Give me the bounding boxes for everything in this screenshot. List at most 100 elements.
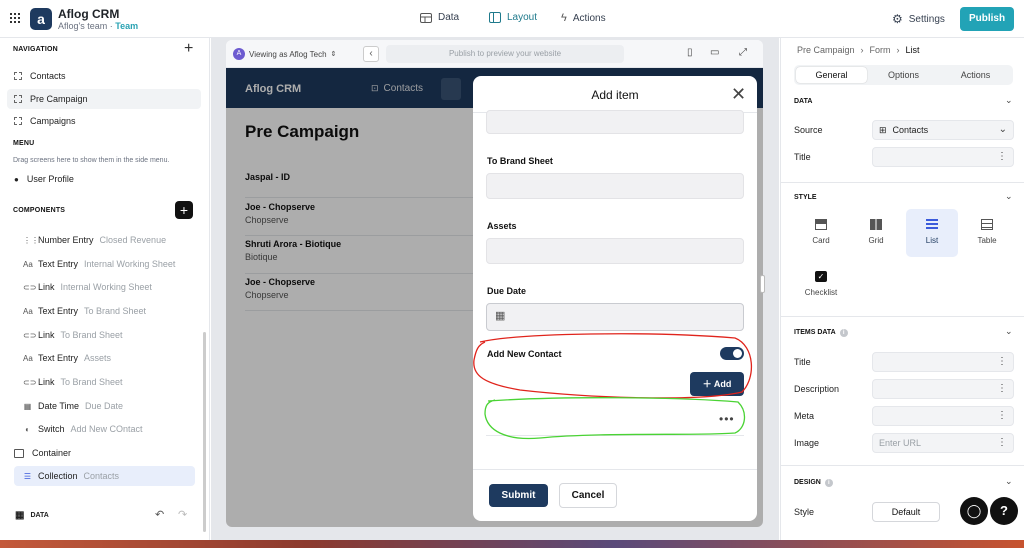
switch-label: Add New Contact: [487, 349, 562, 359]
style-option-label: Checklist: [804, 288, 838, 297]
style-option-table[interactable]: Table: [961, 209, 1013, 257]
style-option-label: List: [925, 236, 939, 245]
nav-item-pre-campaign[interactable]: Pre Campaign: [7, 89, 201, 109]
items-data-label: ITEMS DATA: [794, 329, 836, 336]
kebab-icon[interactable]: ⋮: [997, 383, 1007, 394]
screen-icon: [14, 117, 22, 125]
cancel-button[interactable]: Cancel: [559, 483, 617, 508]
component-item[interactable]: Aa Text Entry Internal Working Sheet: [23, 259, 175, 269]
component-type: Link: [38, 282, 55, 292]
phone-icon[interactable]: ▯: [687, 47, 693, 58]
settings-button[interactable]: ⚙ Settings: [892, 12, 945, 26]
title-field[interactable]: ⋮: [872, 147, 1014, 167]
field-label: Due Date: [487, 286, 527, 296]
add-screen-button[interactable]: +: [184, 40, 193, 58]
nav-item-label: User Profile: [26, 174, 74, 184]
due-date-field[interactable]: [486, 303, 744, 331]
tab-actions[interactable]: ϟ Actions: [561, 12, 606, 24]
breadcrumb: Pre Campaign › Form › List: [797, 45, 920, 55]
component-item[interactable]: ▦ Date Time Due Date: [23, 401, 123, 411]
tab-general[interactable]: General: [796, 67, 867, 83]
component-item[interactable]: ⊂⊃ Link Internal Working Sheet: [23, 282, 152, 292]
component-item[interactable]: ⋮⋮ Number Entry Closed Revenue: [23, 235, 166, 245]
text-icon: Aa: [23, 353, 33, 363]
component-item[interactable]: ⊂⊃ Link To Brand Sheet: [23, 377, 123, 387]
url-bar: Publish to preview your website: [386, 45, 624, 63]
kebab-icon[interactable]: ⋮: [997, 437, 1007, 448]
viewing-as-selector[interactable]: A Viewing as Aflog Tech ⇕: [233, 48, 336, 60]
breadcrumb-item[interactable]: Pre Campaign: [797, 45, 855, 55]
add-new-contact-switch[interactable]: [720, 347, 744, 360]
component-item[interactable]: Aa Text Entry Assets: [23, 353, 111, 363]
to-brand-sheet-field[interactable]: [486, 173, 744, 199]
field-label: Assets: [487, 221, 517, 231]
card-icon: [815, 219, 827, 230]
component-type: Text Entry: [38, 259, 79, 269]
info-icon: i: [839, 329, 848, 337]
collection-item[interactable]: ☰ Collection Contacts: [14, 466, 195, 486]
chevron-down-icon: ⌄: [998, 124, 1007, 135]
component-type: Number Entry: [38, 235, 94, 245]
component-item[interactable]: ◐ Switch Add New COntact: [23, 424, 142, 434]
style-option-grid[interactable]: Grid: [850, 209, 902, 257]
items-image-field[interactable]: Enter URL ⋮: [872, 433, 1014, 453]
back-button[interactable]: ‹: [363, 46, 379, 62]
chevron-down-icon[interactable]: ⌄: [1005, 191, 1013, 202]
apps-grid-icon[interactable]: [10, 13, 20, 23]
tab-layout[interactable]: Layout: [489, 12, 537, 23]
items-title-field[interactable]: ⋮: [872, 352, 1014, 372]
link-icon: ⊂⊃: [23, 330, 37, 340]
submit-button[interactable]: Submit: [489, 484, 548, 507]
nav-item-campaigns[interactable]: Campaigns: [14, 116, 76, 126]
info-icon: i: [824, 479, 833, 487]
style-option-list[interactable]: List: [906, 209, 958, 257]
table-icon: [981, 219, 993, 230]
resize-handle[interactable]: [760, 275, 765, 293]
component-item[interactable]: ⊂⊃ Link To Brand Sheet: [23, 330, 123, 340]
add-component-button[interactable]: +: [175, 201, 193, 219]
style-option-checklist[interactable]: ✓ Checklist: [795, 261, 847, 309]
assets-field[interactable]: [486, 238, 744, 264]
left-scrollbar[interactable]: [203, 332, 206, 532]
text-field[interactable]: [486, 110, 744, 134]
nav-item-user-profile[interactable]: ● User Profile: [14, 174, 74, 184]
component-item[interactable]: Aa Text Entry To Brand Sheet: [23, 306, 146, 316]
chevron-down-icon[interactable]: ⌄: [1005, 476, 1013, 487]
add-button[interactable]: ＋ Add: [690, 372, 744, 396]
breadcrumb-item[interactable]: Form: [870, 45, 891, 55]
container-item[interactable]: Container: [14, 448, 71, 458]
items-description-field[interactable]: ⋮: [872, 379, 1014, 399]
kebab-icon[interactable]: ⋮: [997, 151, 1007, 162]
style-option-card[interactable]: Card: [795, 209, 847, 257]
desktop-icon[interactable]: ▭: [710, 47, 719, 58]
navigation-heading: NAVIGATION: [13, 46, 58, 53]
tab-actions-panel[interactable]: Actions: [940, 67, 1011, 83]
publish-button[interactable]: Publish: [960, 7, 1014, 31]
items-title-label: Title: [794, 357, 811, 367]
source-select[interactable]: ⊞ Contacts ⌄: [872, 120, 1014, 140]
nav-item-contacts[interactable]: Contacts: [14, 71, 66, 81]
close-icon[interactable]: ✕: [731, 84, 746, 105]
undo-icon[interactable]: ↶: [155, 508, 164, 521]
help-icon[interactable]: ?: [990, 497, 1018, 525]
chat-icon[interactable]: ◯: [960, 497, 988, 525]
chevron-down-icon[interactable]: ⌄: [1005, 95, 1013, 106]
number-icon: ⋮⋮: [23, 235, 39, 245]
screen-icon: [14, 95, 22, 103]
source-value: Contacts: [892, 125, 929, 135]
kebab-icon[interactable]: ⋮: [997, 356, 1007, 367]
tab-options[interactable]: Options: [868, 67, 939, 83]
team-line[interactable]: Aflog's team · Team: [58, 21, 138, 31]
right-panel: Pre Campaign › Form › List General Options…: [780, 38, 1024, 540]
style-default-button[interactable]: Default: [872, 502, 940, 522]
more-icon[interactable]: •••: [719, 412, 735, 426]
expand-icon[interactable]: ⤢: [739, 47, 747, 58]
kebab-icon[interactable]: ⋮: [997, 410, 1007, 421]
component-type: Collection: [38, 471, 78, 481]
component-type: Link: [38, 377, 55, 387]
tab-data[interactable]: Data: [420, 12, 459, 23]
chevron-down-icon[interactable]: ⌄: [1005, 326, 1013, 337]
items-meta-field[interactable]: ⋮: [872, 406, 1014, 426]
data-toggle[interactable]: ▦ DATA: [15, 510, 49, 521]
redo-icon[interactable]: ↷: [178, 508, 187, 521]
